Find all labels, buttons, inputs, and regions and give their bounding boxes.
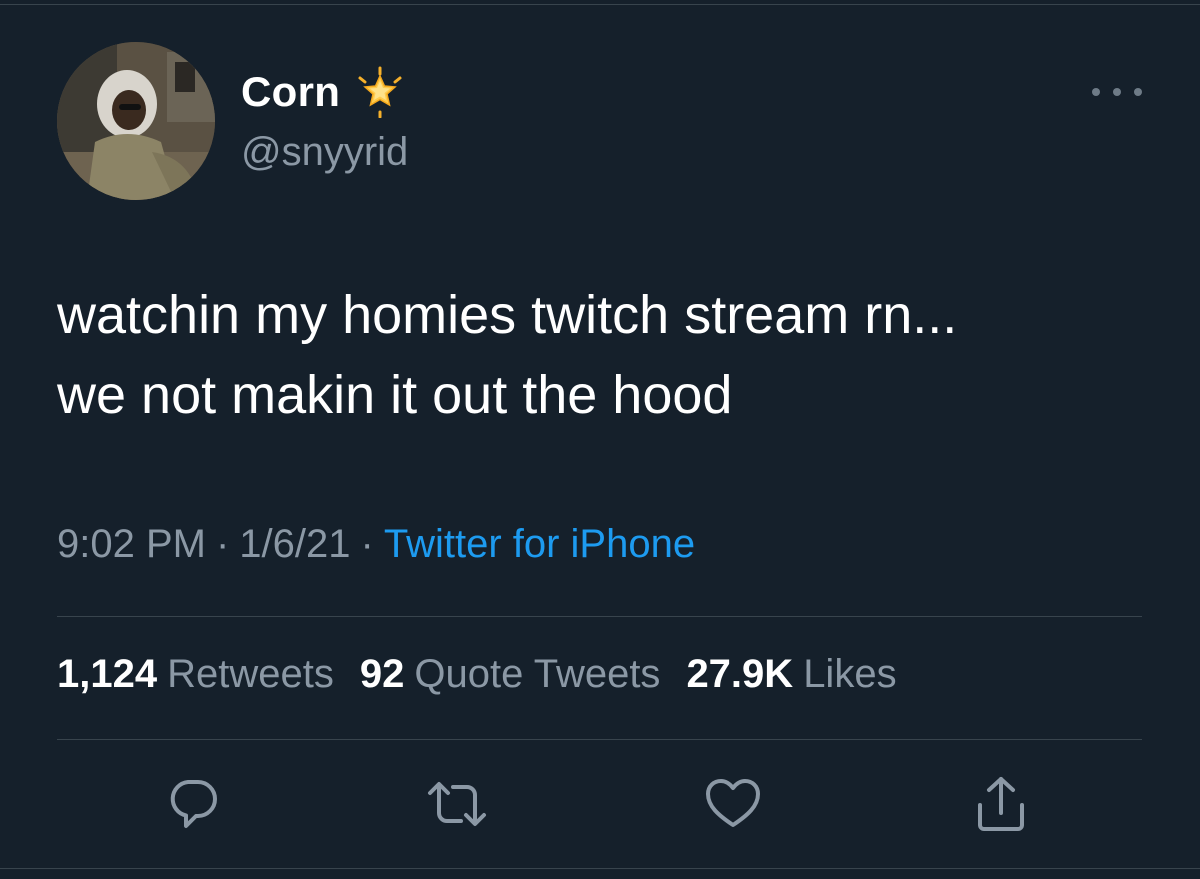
user-names: Corn @snyyrid [241, 64, 408, 175]
display-name[interactable]: Corn [241, 68, 340, 116]
more-dot [1113, 88, 1121, 96]
reply-icon [166, 777, 220, 836]
action-bar [0, 770, 1200, 842]
likes-stat[interactable]: 27.9K Likes [686, 652, 896, 697]
glowing-star-icon [354, 66, 406, 119]
share-icon [974, 775, 1028, 838]
quote-tweets-label: Quote Tweets [414, 652, 661, 696]
tweet-card: Corn @snyyrid watchin my homies twitch s… [0, 0, 1200, 879]
quote-tweets-count: 92 [359, 652, 405, 696]
tweet-meta: 9:02 PM · 1/6/21 · Twitter for iPhone [57, 522, 695, 567]
like-button[interactable] [697, 770, 769, 842]
share-button[interactable] [965, 770, 1037, 842]
display-name-row: Corn [241, 64, 408, 120]
stats-bottom-divider [57, 739, 1142, 740]
retweets-count: 1,124 [57, 652, 158, 696]
more-dot [1134, 88, 1142, 96]
tweet-time[interactable]: 9:02 PM [57, 522, 206, 566]
stats-top-divider [57, 616, 1142, 617]
user-handle[interactable]: @snyyrid [241, 130, 408, 175]
quote-tweets-stat[interactable]: 92 Quote Tweets [360, 652, 661, 697]
like-icon [704, 777, 762, 836]
reply-button[interactable] [157, 770, 229, 842]
retweet-icon [426, 777, 488, 836]
likes-label: Likes [803, 652, 897, 696]
tweet-date[interactable]: 1/6/21 [239, 522, 350, 566]
retweets-label: Retweets [167, 652, 334, 696]
tweet-header: Corn @snyyrid [57, 42, 1142, 202]
meta-separator: · [215, 522, 230, 566]
meta-separator: · [360, 522, 374, 566]
tweet-source-link[interactable]: Twitter for iPhone [384, 522, 695, 566]
more-options-icon[interactable] [1092, 84, 1142, 100]
retweet-button[interactable] [421, 770, 493, 842]
avatar[interactable] [57, 42, 215, 200]
retweets-stat[interactable]: 1,124 Retweets [57, 652, 334, 697]
more-dot [1092, 88, 1100, 96]
likes-count: 27.9K [686, 652, 794, 696]
bottom-divider [0, 868, 1200, 869]
tweet-stats: 1,124 Retweets 92 Quote Tweets 27.9K Likes [57, 652, 897, 697]
tweet-text: watchin my homies twitch stream rn... we… [57, 285, 958, 425]
top-divider [0, 4, 1200, 5]
